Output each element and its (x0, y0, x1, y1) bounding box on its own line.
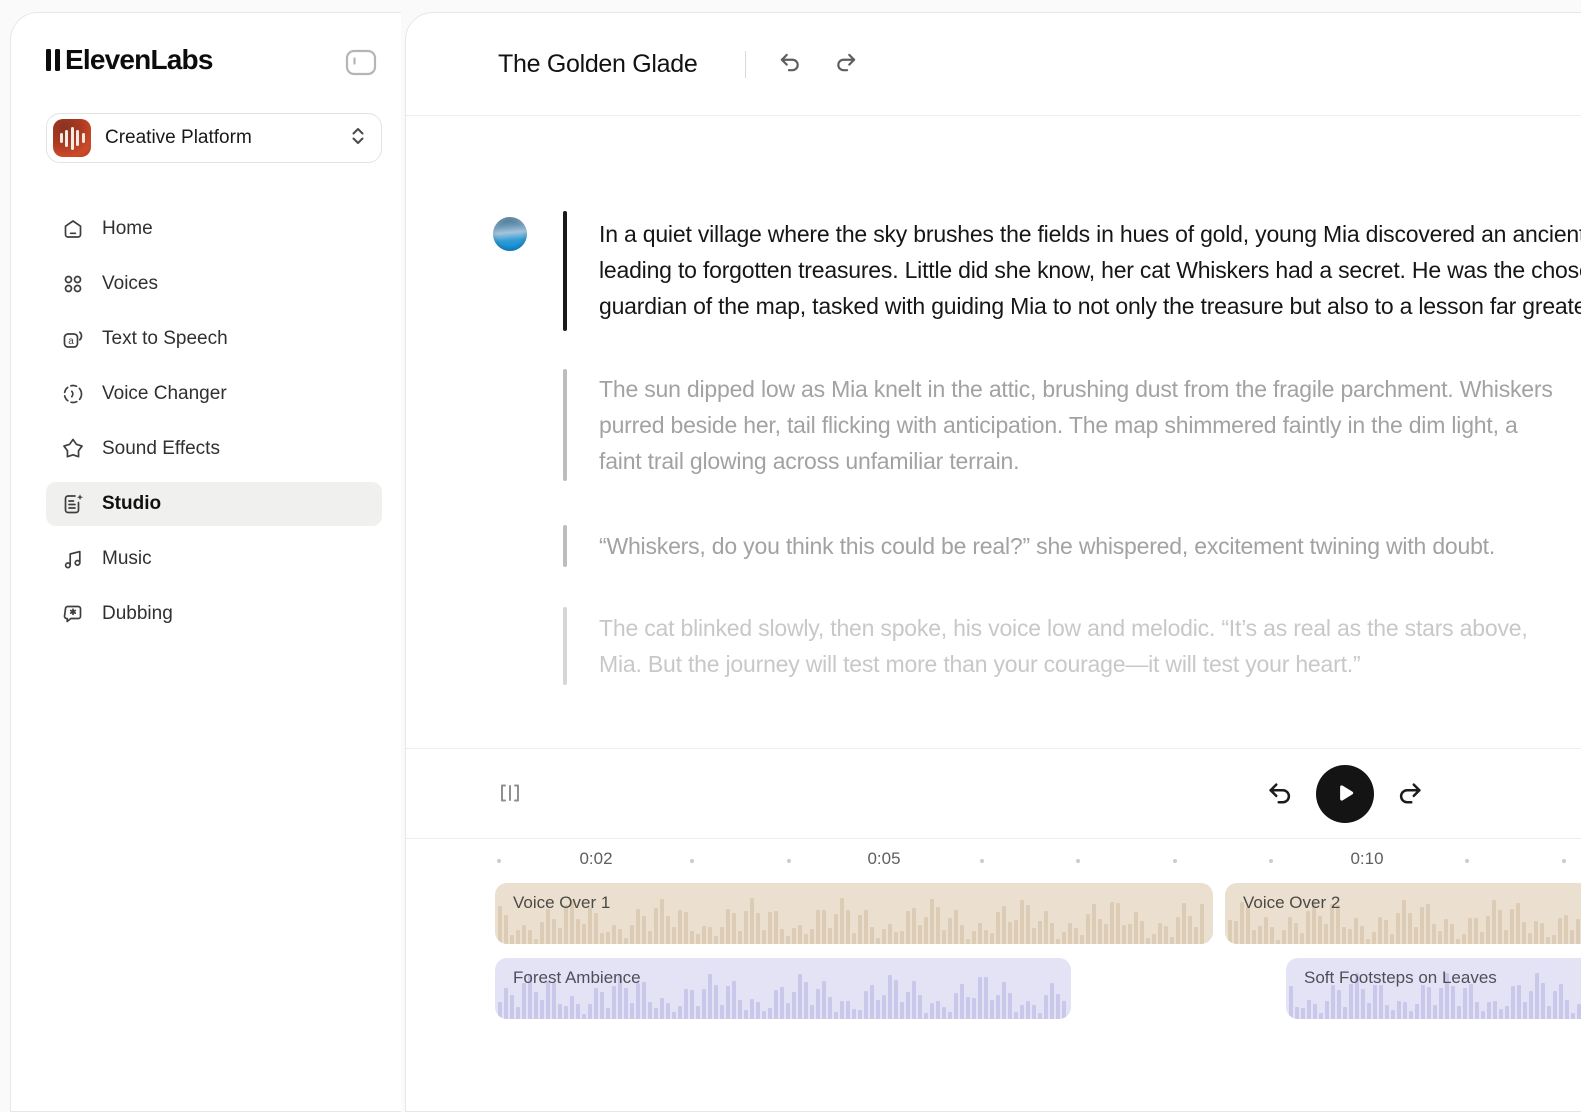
redo-button[interactable] (831, 49, 861, 79)
music-icon (61, 547, 85, 571)
sidebar-item-label: Voices (102, 273, 158, 295)
chevron-up-down-icon (349, 124, 367, 153)
clip-label: Soft Footsteps on Leaves (1304, 968, 1497, 988)
text-to-speech-icon: a (61, 327, 85, 351)
sidebar-item-label: Home (102, 218, 153, 240)
ruler-tick (980, 859, 984, 863)
header-divider (745, 51, 746, 78)
sidebar-item-label: Sound Effects (102, 438, 220, 460)
paragraph-line: Mia. But the journey will test more than… (599, 646, 1528, 682)
page-title: The Golden Glade (498, 50, 698, 79)
sidebar-item-label: Music (102, 548, 152, 570)
sidebar-item-sound-effects[interactable]: Sound Effects (46, 427, 382, 471)
ruler-time-label: 0:02 (579, 849, 612, 869)
voices-icon (61, 272, 85, 296)
elevenlabs-logo-text: ElevenLabs (65, 44, 213, 76)
paragraph-line: guardian of the map, tasked with guiding… (599, 288, 1581, 324)
ruler-time-label: 0:10 (1350, 849, 1383, 869)
track-clip-soft-footsteps[interactable]: Soft Footsteps on Leaves (1286, 958, 1581, 1019)
paragraph-marker (563, 369, 567, 481)
skip-back-button[interactable] (1265, 779, 1295, 809)
studio-icon (61, 492, 85, 516)
home-icon (61, 217, 85, 241)
workspace-selector[interactable]: Creative Platform (46, 113, 382, 163)
dubbing-icon (61, 602, 85, 626)
ruler-tick (1465, 859, 1469, 863)
sidebar-item-label: Studio (102, 493, 161, 515)
paragraph-line: The cat blinked slowly, then spoke, his … (599, 610, 1528, 646)
track-clip-voice-over-1[interactable]: Voice Over 1 (495, 883, 1213, 944)
paragraph-marker (563, 211, 567, 331)
paragraph-line: The sun dipped low as Mia knelt in the a… (599, 371, 1553, 407)
undo-button[interactable] (775, 49, 805, 79)
split-clip-button[interactable] (494, 780, 526, 808)
sound-effects-icon (61, 437, 85, 461)
ruler-tick (690, 859, 694, 863)
undo-icon (777, 64, 803, 79)
svg-text:a: a (68, 336, 74, 347)
ruler-tick (497, 859, 501, 863)
paragraph-marker (563, 525, 567, 567)
sidebar-collapse-icon (345, 64, 377, 79)
document-header: The Golden Glade (406, 13, 1581, 116)
track-clip-voice-over-2[interactable]: Voice Over 2 (1225, 883, 1581, 944)
timeline-ruler[interactable]: 0:02 0:05 0:10 (406, 847, 1581, 875)
elevenlabs-logo-mark-icon (46, 49, 60, 71)
skip-back-icon (1265, 797, 1295, 812)
sidebar-nav: Home Voices a Text to Speech (46, 207, 382, 647)
paragraph-line: In a quiet village where the sky brushes… (599, 216, 1581, 252)
sidebar-item-label: Dubbing (102, 603, 173, 625)
split-icon (496, 794, 524, 809)
creative-platform-icon (53, 119, 91, 157)
clip-label: Voice Over 1 (513, 893, 610, 913)
play-icon (1332, 780, 1358, 809)
play-button[interactable] (1316, 765, 1374, 823)
sidebar-item-dubbing[interactable]: Dubbing (46, 592, 382, 636)
sidebar-item-text-to-speech[interactable]: a Text to Speech (46, 317, 382, 361)
paragraph-line: leading to forgotten treasures. Little d… (599, 252, 1581, 288)
sidebar-collapse-button[interactable] (345, 49, 377, 76)
studio-main-panel: The Golden Glade In a quiet village wher… (405, 12, 1581, 1112)
clip-label: Forest Ambience (513, 968, 641, 988)
ruler-tick (1562, 859, 1566, 863)
ruler-time-label: 0:05 (867, 849, 900, 869)
paragraph-marker (563, 607, 567, 685)
voice-changer-icon (61, 382, 85, 406)
workspace-name: Creative Platform (105, 127, 349, 149)
voice-orb-avatar[interactable] (493, 217, 527, 251)
redo-icon (833, 64, 859, 79)
sidebar-item-label: Text to Speech (102, 328, 228, 350)
skip-forward-icon (1395, 797, 1425, 812)
elevenlabs-logo: ElevenLabs (46, 43, 376, 77)
clip-label: Voice Over 2 (1243, 893, 1340, 913)
paragraph-line: “Whiskers, do you think this could be re… (599, 528, 1495, 564)
sidebar-item-music[interactable]: Music (46, 537, 382, 581)
track-clip-forest-ambience[interactable]: Forest Ambience (495, 958, 1071, 1019)
ruler-tick (787, 859, 791, 863)
ruler-tick (1173, 859, 1177, 863)
paragraph-line: faint trail glowing across unfamiliar te… (599, 443, 1553, 479)
sidebar: ElevenLabs Creative Platform Home (10, 12, 401, 1112)
skip-forward-button[interactable] (1395, 779, 1425, 809)
paragraph-line: purred beside her, tail flicking with an… (599, 407, 1553, 443)
sidebar-item-voices[interactable]: Voices (46, 262, 382, 306)
playbar (406, 748, 1581, 839)
sidebar-item-voice-changer[interactable]: Voice Changer (46, 372, 382, 416)
sidebar-item-studio[interactable]: Studio (46, 482, 382, 526)
sidebar-item-label: Voice Changer (102, 383, 227, 405)
ruler-tick (1076, 859, 1080, 863)
ruler-tick (1269, 859, 1273, 863)
sidebar-item-home[interactable]: Home (46, 207, 382, 251)
